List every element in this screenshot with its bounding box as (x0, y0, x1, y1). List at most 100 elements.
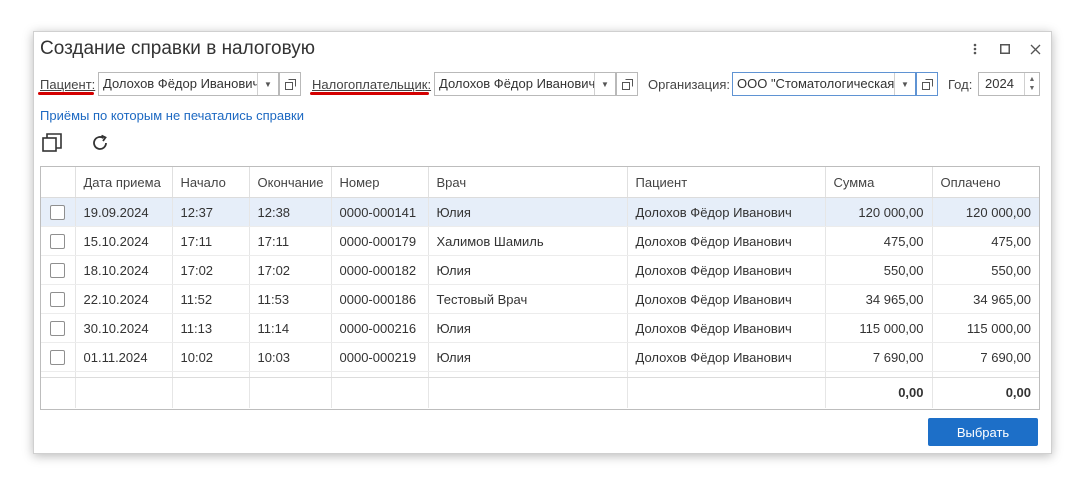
taxpayer-value: Долохов Фёдор Иванович (439, 76, 594, 91)
table-row[interactable]: 15.10.2024 17:11 17:11 0000-000179 Халим… (41, 226, 1039, 256)
stepper-arrows[interactable]: ▲ ▼ (1024, 73, 1039, 95)
cell-date: 18.10.2024 (74, 255, 172, 285)
cell-number: 0000-000141 (330, 197, 428, 227)
row-checkbox[interactable] (50, 263, 66, 279)
table-row[interactable]: 30.10.2024 11:13 11:14 0000-000216 Юлия … (41, 313, 1039, 343)
close-icon[interactable] (1027, 41, 1043, 57)
more-vertical-icon[interactable] (967, 41, 983, 57)
patient-value: Долохов Фёдор Иванович (103, 76, 257, 91)
visits-table: Дата приема Начало Окончание Номер Врач … (40, 166, 1040, 410)
patient-open-button[interactable] (279, 72, 301, 96)
cell-end: 11:14 (248, 313, 331, 343)
header-patient[interactable]: Пациент (626, 167, 825, 198)
cell-number: 0000-000186 (330, 284, 428, 314)
cell-date: 15.10.2024 (74, 226, 172, 256)
row-checkbox-cell (41, 226, 75, 256)
row-checkbox-cell (41, 342, 75, 372)
cell-doctor: Тестовый Врач (427, 284, 627, 314)
increment-icon[interactable]: ▲ (1029, 75, 1036, 84)
row-checkbox-cell (41, 284, 75, 314)
year-stepper[interactable]: 2024 ▲ ▼ (978, 72, 1040, 96)
cell-doctor: Халимов Шамиль (427, 226, 627, 256)
copy-icon[interactable] (40, 131, 64, 155)
cell-start: 10:02 (171, 342, 249, 372)
cell-start: 17:11 (171, 226, 249, 256)
cell-end: 17:02 (248, 255, 331, 285)
cell-doctor: Юлия (427, 313, 627, 343)
table-row[interactable]: 01.11.2024 10:02 10:03 0000-000219 Юлия … (41, 342, 1039, 372)
row-checkbox[interactable] (50, 350, 66, 366)
filter-row: Пациент: Долохов Фёдор Иванович ▼ Налого… (38, 72, 1040, 96)
taxpayer-select[interactable]: Долохов Фёдор Иванович ▼ (434, 72, 616, 96)
header-date[interactable]: Дата приема (74, 167, 172, 198)
header-paid[interactable]: Оплачено (931, 167, 1039, 198)
row-checkbox[interactable] (50, 292, 66, 308)
cell-sum: 475,00 (824, 226, 932, 256)
cell-date: 19.09.2024 (74, 197, 172, 227)
select-button[interactable]: Выбрать (928, 418, 1038, 446)
window-controls (967, 41, 1043, 57)
cell-start: 17:02 (171, 255, 249, 285)
cell-date: 30.10.2024 (74, 313, 172, 343)
cell-start: 12:37 (171, 197, 249, 227)
header-end[interactable]: Окончание (248, 167, 331, 198)
cell-patient: Долохов Фёдор Иванович (626, 197, 825, 227)
cell-doctor: Юлия (427, 197, 627, 227)
cell-sum: 120 000,00 (824, 197, 932, 227)
row-checkbox[interactable] (50, 321, 66, 337)
total-paid: 0,00 (931, 377, 1039, 408)
dialog-window: Создание справки в налоговую Пациент: До… (33, 31, 1052, 454)
cell-patient: Долохов Фёдор Иванович (626, 313, 825, 343)
row-checkbox-cell (41, 313, 75, 343)
total-sum: 0,00 (824, 377, 932, 408)
cell-end: 12:38 (248, 197, 331, 227)
dialog-title: Создание справки в налоговую (40, 38, 315, 59)
cell-date: 01.11.2024 (74, 342, 172, 372)
header-doctor[interactable]: Врач (427, 167, 627, 198)
chevron-down-icon[interactable]: ▼ (594, 73, 615, 95)
year-label: Год: (948, 77, 973, 92)
header-start[interactable]: Начало (171, 167, 249, 198)
open-external-icon (621, 78, 633, 90)
decrement-icon[interactable]: ▼ (1029, 84, 1036, 93)
table-row[interactable]: 19.09.2024 12:37 12:38 0000-000141 Юлия … (41, 197, 1039, 227)
row-checkbox[interactable] (50, 234, 66, 250)
header-number[interactable]: Номер (330, 167, 428, 198)
row-checkbox[interactable] (50, 205, 66, 221)
open-external-icon (284, 78, 296, 90)
cell-number: 0000-000216 (330, 313, 428, 343)
cell-patient: Долохов Фёдор Иванович (626, 284, 825, 314)
chevron-down-icon[interactable]: ▼ (894, 73, 915, 95)
row-checkbox-cell (41, 197, 75, 227)
cell-sum: 550,00 (824, 255, 932, 285)
cell-start: 11:13 (171, 313, 249, 343)
taxpayer-label: Налогоплательщик: (312, 77, 432, 92)
org-select[interactable]: ООО "Стоматологическая ▼ (732, 72, 916, 96)
patient-select[interactable]: Долохов Фёдор Иванович ▼ (98, 72, 279, 96)
header-sum[interactable]: Сумма (824, 167, 932, 198)
cell-end: 11:53 (248, 284, 331, 314)
table-row[interactable]: 18.10.2024 17:02 17:02 0000-000182 Юлия … (41, 255, 1039, 285)
cell-end: 17:11 (248, 226, 331, 256)
red-underline-mark (310, 92, 429, 95)
chevron-down-icon[interactable]: ▼ (257, 73, 278, 95)
cell-paid: 34 965,00 (931, 284, 1039, 314)
cell-doctor: Юлия (427, 342, 627, 372)
taxpayer-open-button[interactable] (616, 72, 638, 96)
cell-number: 0000-000182 (330, 255, 428, 285)
org-value: ООО "Стоматологическая (737, 76, 894, 91)
cell-number: 0000-000179 (330, 226, 428, 256)
org-open-button[interactable] (916, 72, 938, 96)
cell-sum: 34 965,00 (824, 284, 932, 314)
cell-patient: Долохов Фёдор Иванович (626, 342, 825, 372)
cell-patient: Долохов Фёдор Иванович (626, 226, 825, 256)
refresh-icon[interactable] (88, 131, 112, 155)
cell-paid: 7 690,00 (931, 342, 1039, 372)
maximize-icon[interactable] (997, 41, 1013, 57)
cell-end: 10:03 (248, 342, 331, 372)
unprinted-visits-link[interactable]: Приёмы по которым не печатались справки (40, 108, 304, 123)
cell-number: 0000-000219 (330, 342, 428, 372)
cell-paid: 115 000,00 (931, 313, 1039, 343)
cell-paid: 550,00 (931, 255, 1039, 285)
table-row[interactable]: 22.10.2024 11:52 11:53 0000-000186 Тесто… (41, 284, 1039, 314)
